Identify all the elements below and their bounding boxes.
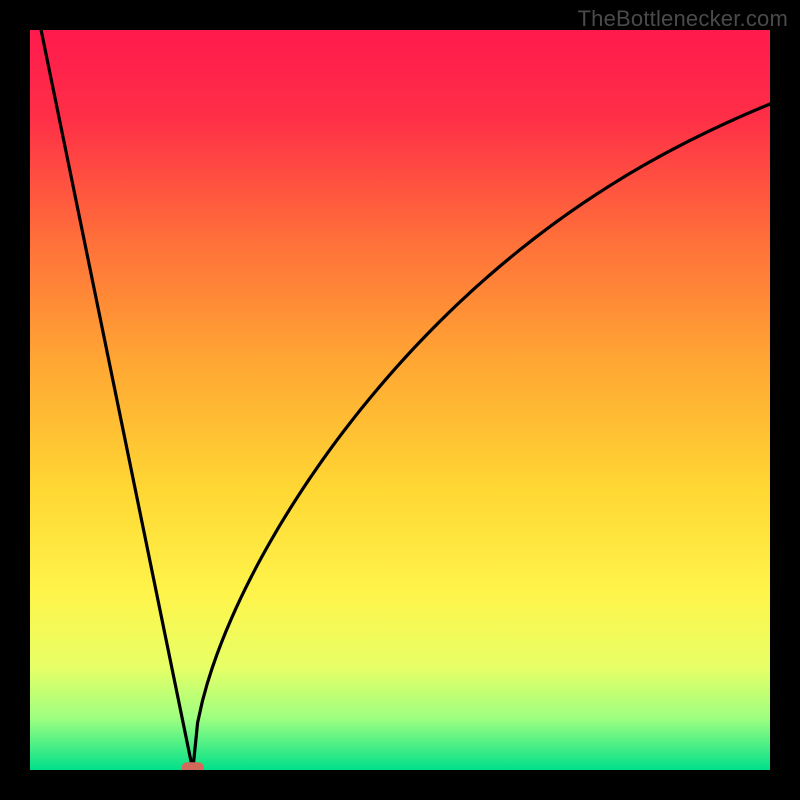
bottleneck-chart <box>30 30 770 770</box>
watermark-text: TheBottlenecker.com <box>578 6 788 32</box>
plot-background <box>30 30 770 770</box>
minimum-marker <box>182 762 204 770</box>
chart-frame: TheBottlenecker.com <box>0 0 800 800</box>
